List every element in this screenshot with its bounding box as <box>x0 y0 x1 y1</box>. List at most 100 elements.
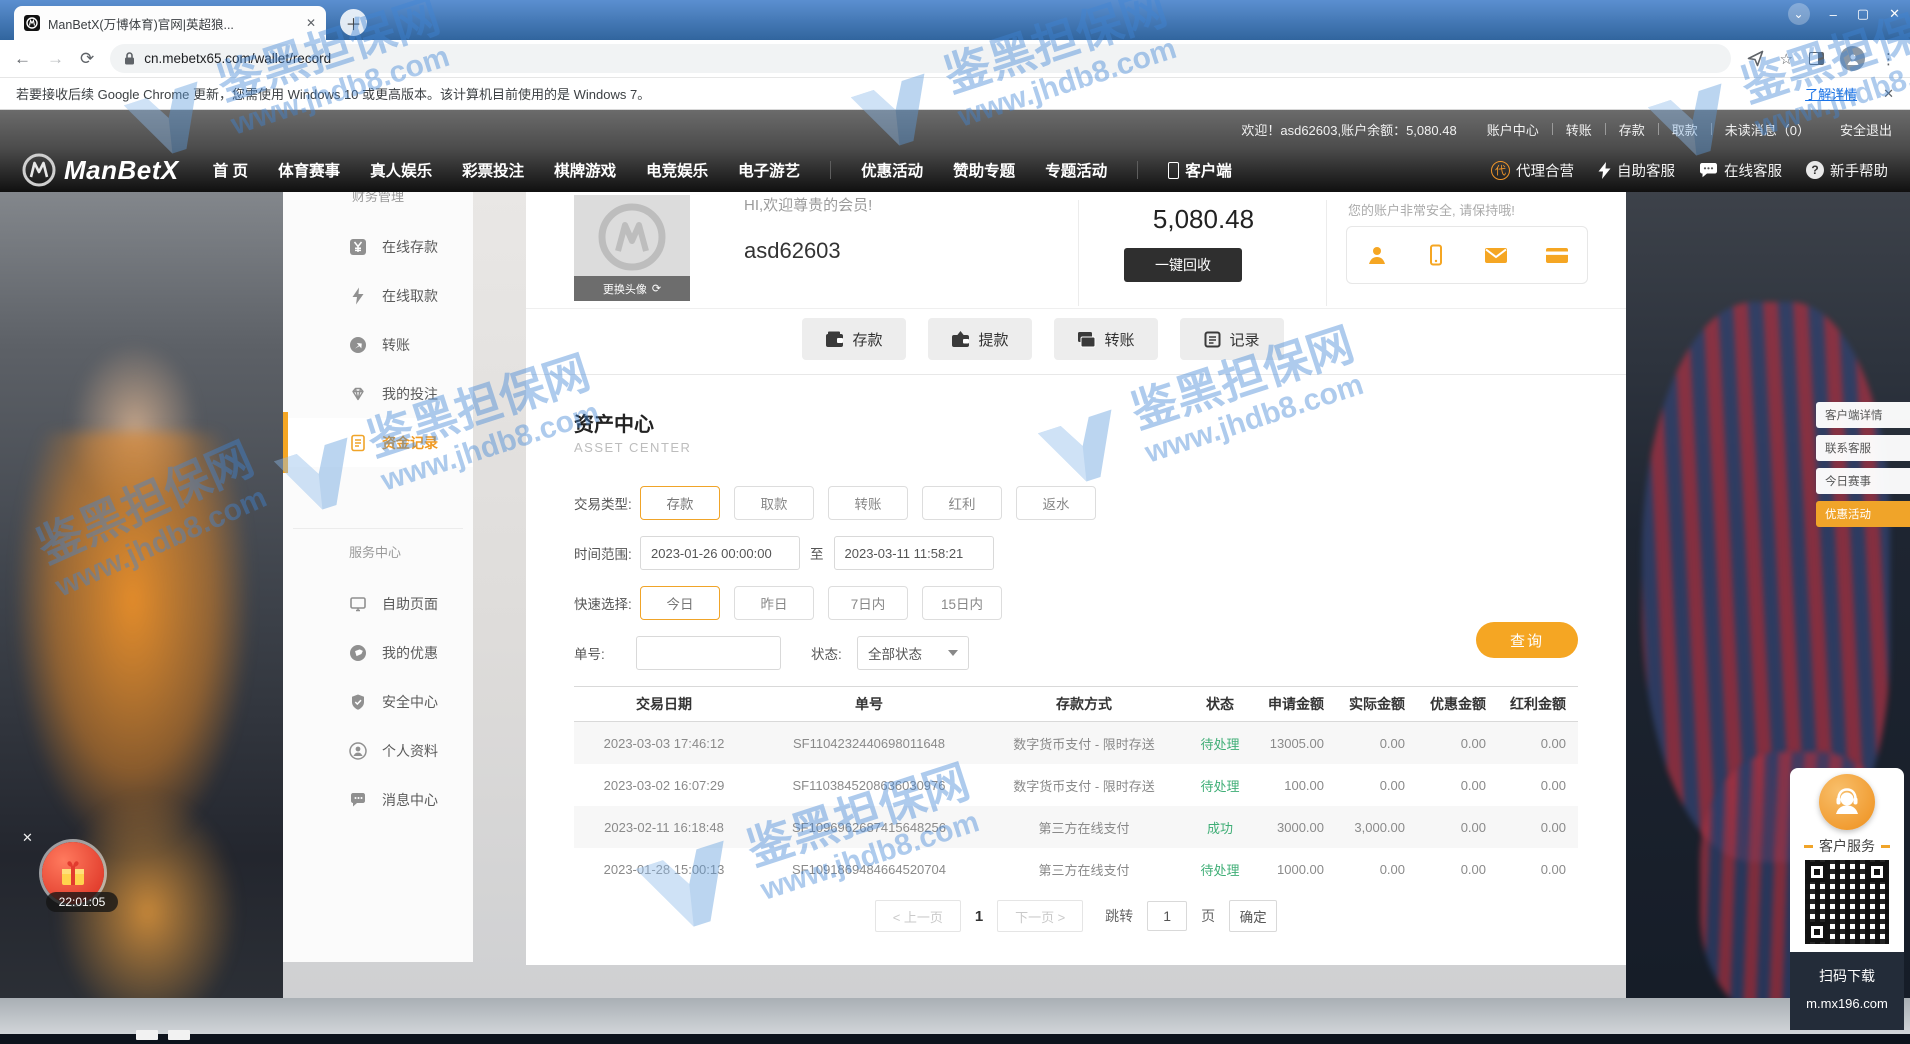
unread-messages-link[interactable]: 未读消息（0） <box>1725 120 1810 139</box>
sidebar-item-my-promo[interactable]: 我的优惠 <box>283 628 473 677</box>
nav-slots[interactable]: 电子游艺 <box>738 159 800 181</box>
balance-amount: 5,080.48 <box>1086 204 1321 235</box>
order-number-input[interactable] <box>636 636 781 670</box>
next-page-button[interactable]: 下一页 > <box>997 900 1083 932</box>
time-to-input[interactable] <box>834 536 994 570</box>
record-button[interactable]: 记录 <box>1180 318 1284 360</box>
learn-more-link[interactable]: 了解详情 <box>1805 84 1857 103</box>
nav-lottery[interactable]: 彩票投注 <box>462 159 524 181</box>
live-chat-link[interactable]: 在线客服 <box>1699 160 1782 181</box>
sidebar-item-profile[interactable]: 个人资料 <box>283 726 473 775</box>
status-select[interactable]: 全部状态 <box>857 636 969 670</box>
type-deposit-button[interactable]: 存款 <box>640 486 720 520</box>
profile-avatar[interactable] <box>1840 46 1865 71</box>
reload-button[interactable]: ⟳ <box>80 49 94 69</box>
tab-close-icon[interactable]: ✕ <box>306 16 316 30</box>
window-close-button[interactable]: ✕ <box>1889 6 1900 22</box>
side-panel-icon[interactable] <box>1809 52 1824 65</box>
photo-floor-band <box>0 998 1910 1036</box>
back-button[interactable]: ← <box>14 49 31 69</box>
withdraw-link[interactable]: 取款 <box>1672 120 1698 139</box>
chat-bubble-icon <box>1699 162 1718 178</box>
record-doc-icon <box>349 434 367 452</box>
deposit-link[interactable]: 存款 <box>1619 120 1645 139</box>
time-from-input[interactable] <box>640 536 800 570</box>
customer-service-card: 客户服务 扫码下载 m.mx196.com <box>1790 768 1904 1030</box>
address-bar[interactable]: cn.mebetx65.com/wallet/record <box>110 44 1730 73</box>
tab-client-detail[interactable]: 客户端详情 <box>1816 402 1910 428</box>
phone-icon[interactable] <box>1424 243 1448 267</box>
new-tab-button[interactable]: ＋ <box>340 9 367 36</box>
nav-live-casino[interactable]: 真人娱乐 <box>370 159 432 181</box>
quick-15d-button[interactable]: 15日内 <box>922 586 1002 620</box>
account-center-link[interactable]: 账户中心 <box>1487 120 1539 139</box>
minimize-button[interactable]: – <box>1830 7 1837 22</box>
table-row[interactable]: 2023-03-03 17:46:12 SF110423244069801164… <box>574 722 1578 764</box>
quick-7d-button[interactable]: 7日内 <box>828 586 908 620</box>
jump-page-input[interactable] <box>1147 901 1187 931</box>
forward-button[interactable]: → <box>47 49 64 69</box>
agent-join-link[interactable]: 代 代理合营 <box>1491 160 1574 181</box>
table-row[interactable]: 2023-03-02 16:07:29 SF110384520863603097… <box>574 764 1578 806</box>
notice-close-icon[interactable]: ✕ <box>1883 86 1894 102</box>
table-row[interactable]: 2023-01-28 15:00:13 SF109186948466452070… <box>574 848 1578 890</box>
quick-yesterday-button[interactable]: 昨日 <box>734 586 814 620</box>
search-button[interactable]: 查询 <box>1476 622 1578 658</box>
confirm-jump-button[interactable]: 确定 <box>1229 900 1277 932</box>
deposit-button[interactable]: 存款 <box>802 318 906 360</box>
transfer-link[interactable]: 转账 <box>1566 120 1592 139</box>
lock-icon <box>124 52 135 65</box>
maximize-button[interactable]: ▢ <box>1857 6 1869 22</box>
self-service-link[interactable]: 自助客服 <box>1598 160 1675 181</box>
window-chevron-icon[interactable]: ⌄ <box>1788 3 1810 25</box>
nav-home[interactable]: 首 页 <box>213 159 248 181</box>
newbie-help-link[interactable]: ? 新手帮助 <box>1806 160 1888 181</box>
nav-promotions[interactable]: 优惠活动 <box>861 159 923 181</box>
prev-page-button[interactable]: < 上一页 <box>875 900 961 932</box>
tab-today-matches[interactable]: 今日赛事 <box>1816 468 1910 494</box>
nav-client-app[interactable]: 客户端 <box>1168 159 1232 181</box>
sidebar-item-my-bets[interactable]: 我的投注 <box>283 369 473 418</box>
sidebar-item-fund-records[interactable]: 资金记录 <box>283 418 473 467</box>
tab-promotions[interactable]: 优惠活动 <box>1816 501 1910 527</box>
member-icon[interactable] <box>1365 243 1389 267</box>
bank-card-icon[interactable] <box>1544 243 1570 267</box>
refresh-icon: ⟳ <box>652 282 661 295</box>
sidebar-item-security-center[interactable]: 安全中心 <box>283 677 473 726</box>
nav-esports[interactable]: 电竞娱乐 <box>646 159 708 181</box>
sidebar-item-transfer[interactable]: 转账 <box>283 320 473 369</box>
nav-chess[interactable]: 棋牌游戏 <box>554 159 616 181</box>
type-bonus-button[interactable]: 红利 <box>922 486 1002 520</box>
nav-special[interactable]: 专题活动 <box>1045 159 1107 181</box>
question-icon: ? <box>1806 161 1824 179</box>
quick-today-button[interactable]: 今日 <box>640 586 720 620</box>
tab-contact-service[interactable]: 联系客服 <box>1816 435 1910 461</box>
sidebar-item-online-deposit[interactable]: 在线存款 <box>283 222 473 271</box>
mail-icon[interactable] <box>1483 243 1509 267</box>
sidebar-item-message-center[interactable]: 消息中心 <box>283 775 473 824</box>
type-transfer-button[interactable]: 转账 <box>828 486 908 520</box>
nav-sponsor[interactable]: 赞助专题 <box>953 159 1015 181</box>
type-withdraw-button[interactable]: 取款 <box>734 486 814 520</box>
transfer-button[interactable]: 转账 <box>1054 318 1158 360</box>
one-key-recycle-button[interactable]: 一键回收 <box>1124 248 1242 282</box>
change-avatar-strip[interactable]: 更换头像 ⟳ <box>574 276 690 301</box>
type-rebate-button[interactable]: 返水 <box>1016 486 1096 520</box>
welcome-balance-text: 欢迎！asd62603,账户余额：5,080.48 <box>1241 120 1456 139</box>
member-greeting: HI,欢迎尊贵的会员! <box>744 194 872 215</box>
nav-sports[interactable]: 体育赛事 <box>278 159 340 181</box>
transaction-type-filter: 交易类型: 存款 取款 转账 红利 返水 <box>574 486 1110 520</box>
site-logo[interactable]: ManBetX <box>22 153 179 187</box>
share-icon[interactable] <box>1747 50 1764 67</box>
chat-bubble-icon <box>349 791 367 809</box>
sidebar-item-online-withdraw[interactable]: 在线取款 <box>283 271 473 320</box>
browser-menu-icon[interactable]: ⋮ <box>1881 50 1896 68</box>
logout-link[interactable]: 安全退出 <box>1840 120 1892 139</box>
browser-tab[interactable]: ManBetX(万博体育)官网|英超狼... ✕ <box>14 6 326 40</box>
bookmark-star-icon[interactable]: ☆ <box>1780 50 1793 68</box>
sidebar-item-self-page[interactable]: 自助页面 <box>283 579 473 628</box>
close-gift-icon[interactable]: ✕ <box>22 830 33 846</box>
withdraw-button[interactable]: 提款 <box>928 318 1032 360</box>
table-row[interactable]: 2023-02-11 16:18:48 SF109696268741564825… <box>574 806 1578 848</box>
avatar[interactable]: 更换头像 ⟳ <box>574 195 690 301</box>
